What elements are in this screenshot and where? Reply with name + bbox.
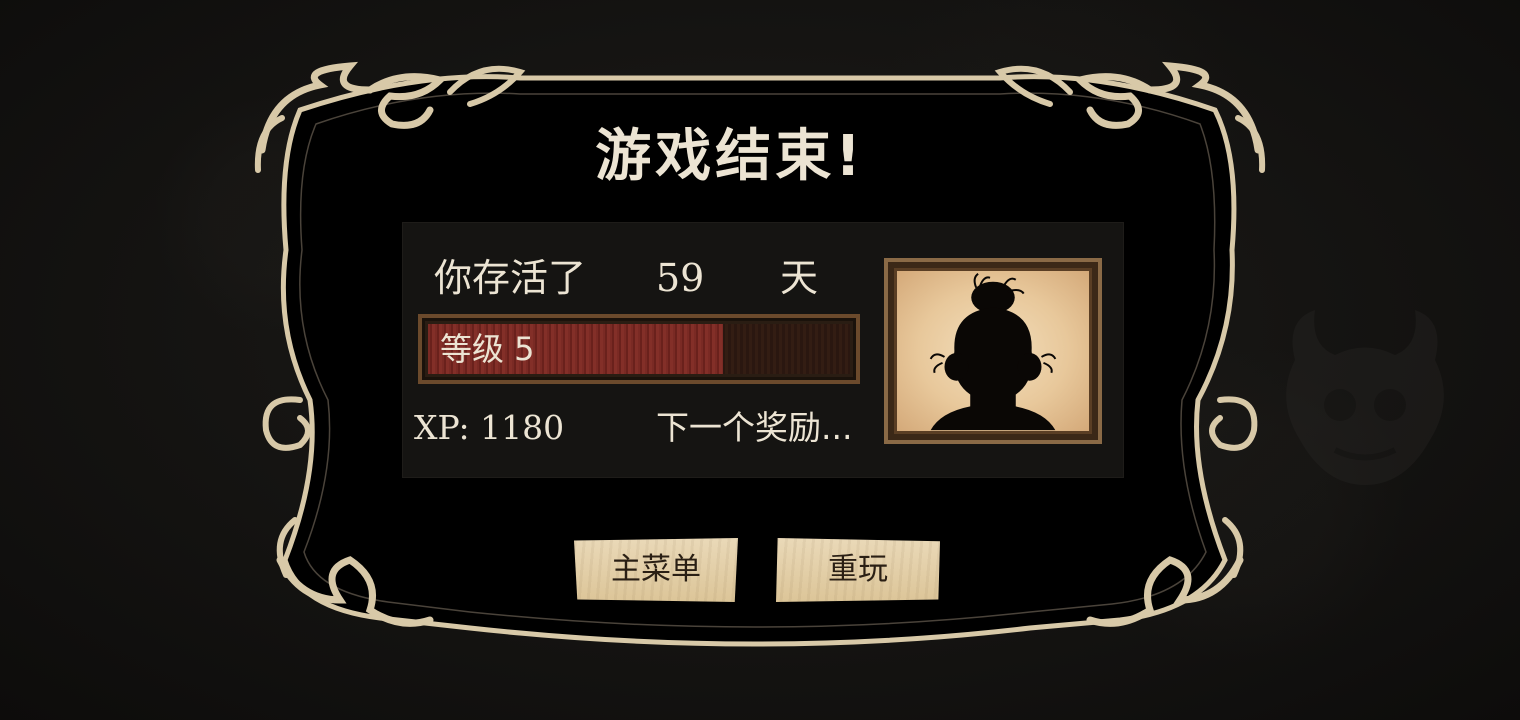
game-screen: 游戏结束! 你存活了 59 天 等级 5 XP: 1180 下一个奖励... 主… xyxy=(0,0,1520,720)
character-portrait xyxy=(884,258,1102,444)
level-label: 等级 5 xyxy=(440,330,535,368)
dialog-title: 游戏结束! xyxy=(595,124,865,189)
survived-label: 你存活了 xyxy=(434,256,587,300)
next-reward-label: 下一个奖励... xyxy=(656,408,853,447)
character-silhouette-icon xyxy=(929,272,1057,431)
level-progress-bar: 等级 5 xyxy=(418,314,860,384)
xp-value: XP: 1180 xyxy=(414,408,565,447)
retry-button[interactable]: 重玩 xyxy=(776,538,940,602)
main-menu-button[interactable]: 主菜单 xyxy=(574,538,738,602)
level-progress-track: 等级 5 xyxy=(428,324,850,374)
days-unit-label: 天 xyxy=(780,256,819,300)
days-survived-count: 59 xyxy=(656,256,705,300)
stats-panel: 你存活了 59 天 等级 5 XP: 1180 下一个奖励... xyxy=(402,222,1124,478)
